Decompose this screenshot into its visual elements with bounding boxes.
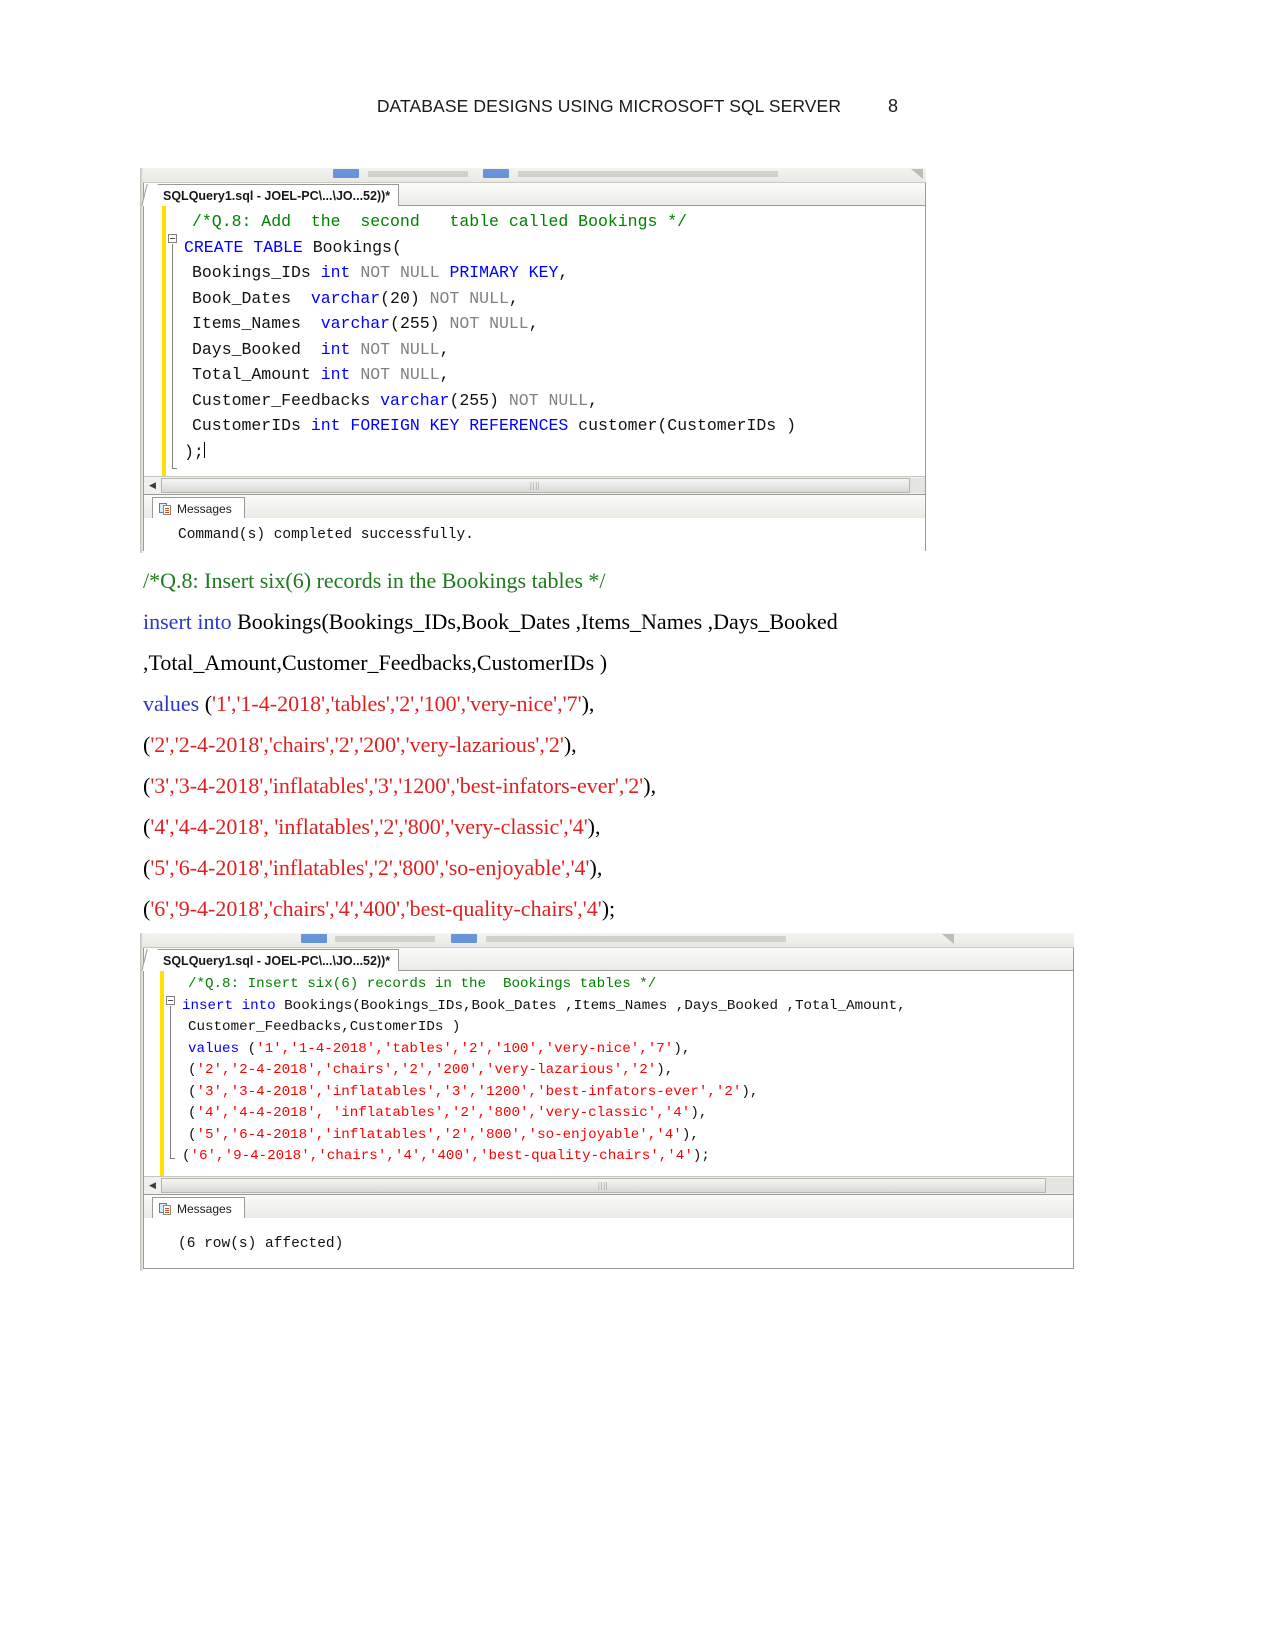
code-line: Days_Booked int NOT NULL,	[192, 339, 450, 359]
editor-tab-sqlquery1[interactable]: SQLQuery1.sql - JOEL-PC\...\JO...52))*	[150, 949, 400, 972]
document-text-line: ('6','9-4-2018','chairs','4','400','best…	[143, 896, 616, 921]
code-line: Items_Names varchar(255) NOT NULL,	[192, 314, 539, 333]
toolbar-button-group-1[interactable]	[335, 936, 435, 942]
code-editor-pane[interactable]: /*Q.8: Insert six(6) records in the Book…	[144, 971, 1073, 1176]
editor-horizontal-scrollbar[interactable]: ◀ ||||	[144, 1176, 1073, 1194]
toolbar-button-group-2[interactable]	[486, 936, 786, 942]
scrollbar-track[interactable]: ||||	[161, 1178, 1073, 1193]
window-edge	[140, 933, 143, 1271]
code-line: insert into Bookings(Bookings_IDs,Book_D…	[182, 997, 906, 1014]
code-line: /*Q.8: Add the second table called Booki…	[192, 212, 688, 231]
toolbar-button-blue-1[interactable]	[333, 169, 359, 178]
editor-tab-row: SQLQuery1.sql - JOEL-PC\...\JO...52))*	[144, 183, 925, 207]
messages-icon	[159, 1202, 172, 1215]
message-text: Command(s) completed successfully.	[178, 527, 474, 543]
messages-output-pane[interactable]: Command(s) completed successfully.	[144, 518, 925, 552]
document-text-line: ('2','2-4-2018','chairs','2','200','very…	[143, 732, 577, 757]
code-line: Customer_Feedbacks,CustomerIDs )	[188, 1019, 461, 1035]
document-text-line: ('3','3-4-2018','inflatables','3','1200'…	[143, 773, 657, 798]
editor-tab-row: SQLQuery1.sql - JOEL-PC\...\JO...52))*	[144, 948, 1073, 972]
tab-messages[interactable]: Messages	[152, 1197, 245, 1219]
code-line: ('5','6-4-2018','inflatables','2','800',…	[188, 1126, 699, 1143]
ssms-screenshot-insert-rows: SQLQuery1.sql - JOEL-PC\...\JO...52))* /…	[140, 933, 1074, 1271]
results-tab-row: Messages	[144, 1194, 1073, 1219]
changed-lines-indicator	[160, 971, 164, 1176]
collapse-box-icon[interactable]	[168, 234, 177, 243]
ssms-screenshot-create-table: SQLQuery1.sql - JOEL-PC\...\JO...52))* /…	[140, 168, 926, 553]
editor-tab-label: SQLQuery1.sql - JOEL-PC\...\JO...52))*	[163, 953, 391, 968]
toolbar-button-blue-2[interactable]	[483, 169, 509, 178]
collapse-box-icon[interactable]	[166, 996, 175, 1005]
code-line: ('4','4-4-2018', 'inflatables','2','800'…	[188, 1105, 708, 1121]
code-line: values ('1','1-4-2018','tables','2','100…	[188, 1040, 691, 1057]
scrollbar-thumb[interactable]: ||||	[161, 1178, 1046, 1193]
code-line: ('3','3-4-2018','inflatables','3','1200'…	[188, 1083, 759, 1100]
scrollbar-thumb[interactable]: ||||	[161, 478, 910, 493]
toolbar-button-blue-2[interactable]	[451, 934, 477, 943]
scroll-left-arrow-icon[interactable]: ◀	[144, 1178, 161, 1193]
ssms-window-body: SQLQuery1.sql - JOEL-PC\...\JO...52))* /…	[143, 183, 926, 552]
ssms-toolbar-strip[interactable]	[143, 933, 1074, 948]
tab-messages[interactable]: Messages	[152, 497, 245, 519]
editor-tab-sqlquery1[interactable]: SQLQuery1.sql - JOEL-PC\...\JO...52))*	[150, 184, 400, 207]
document-text-line: insert into Bookings(Bookings_IDs,Book_D…	[143, 609, 838, 634]
messages-output-pane[interactable]: (6 row(s) affected)	[144, 1218, 1073, 1265]
toolbar-button-blue-1[interactable]	[301, 934, 327, 943]
messages-tab-label: Messages	[177, 501, 232, 516]
code-line: Total_Amount int NOT NULL,	[192, 365, 450, 384]
fold-end-marker	[172, 468, 177, 469]
editor-tab-label: SQLQuery1.sql - JOEL-PC\...\JO...52))*	[163, 188, 391, 203]
messages-tab-label: Messages	[177, 1201, 232, 1216]
toolbar-button-group-2[interactable]	[518, 171, 778, 177]
code-line: Book_Dates varchar(20) NOT NULL,	[192, 288, 519, 308]
code-line: ('2','2-4-2018','chairs','2','200','very…	[188, 1062, 674, 1078]
ssms-window-body: SQLQuery1.sql - JOEL-PC\...\JO...52))* /…	[143, 948, 1074, 1269]
scroll-left-arrow-icon[interactable]: ◀	[144, 478, 161, 493]
toolbar-overflow-icon[interactable]	[911, 169, 923, 179]
code-line: Customer_Feedbacks varchar(255) NOT NULL…	[192, 390, 598, 410]
code-line: Bookings_IDs int NOT NULL PRIMARY KEY,	[192, 263, 569, 282]
fold-end-marker	[170, 1158, 175, 1159]
toolbar-button-group-1[interactable]	[368, 171, 468, 177]
code-editor-pane[interactable]: /*Q.8: Add the second table called Booki…	[144, 206, 925, 476]
fold-line	[172, 244, 173, 468]
code-line: );	[184, 441, 205, 461]
code-line: CustomerIDs int FOREIGN KEY REFERENCES c…	[192, 416, 797, 435]
document-text-line: values ('1','1-4-2018','tables','2','100…	[143, 691, 595, 716]
scrollbar-track[interactable]: ||||	[161, 478, 925, 493]
document-text-line: ,Total_Amount,Customer_Feedbacks,Custome…	[143, 650, 608, 675]
page-header: DATABASE DESIGNS USING MICROSOFT SQL SER…	[0, 96, 1275, 117]
text-caret	[203, 441, 205, 458]
window-edge	[140, 168, 143, 553]
fold-line	[170, 1006, 171, 1158]
page-number: 8	[888, 96, 899, 116]
changed-lines-indicator	[162, 206, 166, 476]
document-text-line: ('5','6-4-2018','inflatables','2','800',…	[143, 855, 603, 880]
document-text-line: /*Q.8: Insert six(6) records in the Book…	[143, 568, 606, 593]
message-text: (6 row(s) affected)	[178, 1236, 344, 1252]
messages-icon	[159, 502, 172, 515]
editor-horizontal-scrollbar[interactable]: ◀ ||||	[144, 476, 925, 494]
document-text-line: ('4','4-4-2018', 'inflatables','2','800'…	[143, 814, 601, 839]
code-line: CREATE TABLE Bookings(	[184, 237, 402, 257]
code-line: /*Q.8: Insert six(6) records in the Book…	[188, 976, 657, 992]
page-header-title: DATABASE DESIGNS USING MICROSOFT SQL SER…	[376, 96, 842, 116]
code-line: ('6','9-4-2018','chairs','4','400','best…	[182, 1148, 710, 1164]
results-tab-row: Messages	[144, 494, 925, 519]
outlining-column[interactable]	[166, 971, 179, 1176]
ssms-toolbar-strip[interactable]	[143, 168, 926, 183]
outlining-column[interactable]	[168, 206, 181, 476]
toolbar-overflow-icon[interactable]	[942, 934, 954, 944]
